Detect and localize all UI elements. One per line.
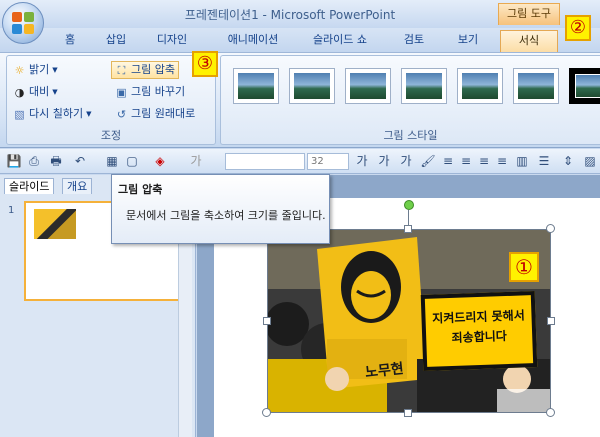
reset-picture-icon: ↺: [116, 107, 127, 121]
save-icon[interactable]: 💾: [6, 153, 22, 169]
resize-handle-ne[interactable]: [546, 224, 555, 233]
compress-icon: ⛶: [117, 63, 126, 77]
justify-icon[interactable]: ≡: [494, 153, 510, 169]
tab-format[interactable]: 서식: [500, 30, 558, 52]
font-size-combo[interactable]: 32: [307, 153, 349, 170]
tab-home[interactable]: 홈: [58, 30, 82, 52]
picture-style-thumb[interactable]: [513, 68, 559, 104]
line-spacing-icon[interactable]: ⇕: [560, 153, 576, 169]
resize-handle-w[interactable]: [263, 317, 271, 325]
print-preview-icon[interactable]: ⎙: [26, 153, 42, 169]
grow-font-icon[interactable]: 가: [354, 153, 370, 169]
callout-1: ①: [509, 252, 539, 282]
recolor-icon: ▧: [14, 107, 25, 121]
dropdown-arrow-icon: ▼: [86, 110, 92, 118]
rotation-handle[interactable]: [404, 200, 414, 210]
tab-slideshow[interactable]: 슬라이드 쇼: [305, 30, 375, 52]
contrast-label: 대비: [29, 85, 50, 98]
clear-format-icon[interactable]: 가: [398, 153, 414, 169]
tab-design[interactable]: 디자인: [150, 30, 194, 52]
picture-tools-contextual-tab: 그림 도구: [498, 3, 560, 25]
format-painter-icon[interactable]: 🖌: [420, 153, 436, 169]
resize-handle-se[interactable]: [546, 408, 555, 417]
compress-tooltip: 그림 압축 문서에서 그림을 축소하여 크기를 줄입니다.: [111, 174, 330, 244]
formatting-toolbar: 💾 ⎙ 🖶 ↶ ▦ ▢ ◈ 가 32 가 가 가 🖌 ≡ ≡ ≡ ≡ ▥ ☰ ⇕…: [0, 149, 600, 174]
resize-handle-n[interactable]: [404, 225, 412, 233]
tab-animation[interactable]: 애니메이션: [220, 30, 286, 52]
dropdown-arrow-icon: ▼: [52, 66, 58, 74]
tab-review[interactable]: 검토: [398, 30, 430, 52]
font-name-combo[interactable]: [225, 153, 305, 170]
resize-handle-sw[interactable]: [262, 408, 271, 417]
thumbnail-photo: [34, 209, 76, 239]
tab-outline[interactable]: 개요: [62, 178, 93, 194]
adjust-group: ☼ 밝기 ▼ ◑ 대비 ▼ ▧ 다시 칠하기 ▼ ⛶ 그림 압축 ▣ 그림 바꾸…: [6, 55, 216, 145]
change-picture-button[interactable]: ▣ 그림 바꾸기: [115, 83, 185, 101]
compress-picture-button[interactable]: ⛶ 그림 압축: [111, 61, 179, 79]
ribbon-tab-row: 홈 삽입 디자인 애니메이션 슬라이드 쇼 검토 보기 서식: [0, 28, 600, 52]
contrast-button[interactable]: ◑ 대비 ▼: [13, 83, 58, 101]
reset-picture-button[interactable]: ↺ 그림 원래대로: [115, 105, 195, 123]
align-left-icon[interactable]: ≡: [440, 153, 456, 169]
table-icon[interactable]: ▦: [104, 153, 120, 169]
recolor-button[interactable]: ▧ 다시 칠하기 ▼: [13, 105, 92, 123]
tab-insert[interactable]: 삽입: [100, 30, 132, 52]
change-picture-label: 그림 바꾸기: [131, 85, 186, 98]
picture-styles-group-label: 그림 스타일: [383, 129, 438, 142]
picture-style-thumb[interactable]: [289, 68, 335, 104]
recolor-label: 다시 칠하기: [29, 107, 84, 120]
picture-style-thumb[interactable]: [457, 68, 503, 104]
contrast-icon: ◑: [14, 85, 25, 99]
fill-color-icon[interactable]: ◈: [152, 153, 168, 169]
window-title: 프레젠테이션1 - Microsoft PowerPoint: [184, 8, 396, 22]
picture-styles-group: 그림 스타일: [220, 55, 600, 145]
border-icon[interactable]: ▢: [124, 153, 140, 169]
picture-style-thumb[interactable]: [569, 68, 600, 104]
adjust-group-label: 조정: [100, 129, 122, 142]
font-color-icon[interactable]: 가: [188, 153, 204, 169]
reset-picture-label: 그림 원래대로: [131, 107, 196, 120]
tooltip-body: 문서에서 그림을 축소하여 크기를 줄입니다.: [126, 209, 326, 222]
columns-icon[interactable]: ▥: [514, 153, 530, 169]
shrink-font-icon[interactable]: 가: [376, 153, 392, 169]
sun-icon: ☼: [14, 63, 25, 77]
tooltip-title: 그림 압축: [118, 183, 163, 196]
picture-style-thumb[interactable]: [345, 68, 391, 104]
ribbon: ☼ 밝기 ▼ ◑ 대비 ▼ ▧ 다시 칠하기 ▼ ⛶ 그림 압축 ▣ 그림 바꾸…: [0, 51, 600, 148]
print-icon[interactable]: 🖶: [48, 153, 64, 169]
picture-style-thumb[interactable]: [401, 68, 447, 104]
brightness-label: 밝기: [29, 63, 50, 76]
align-center-icon[interactable]: ≡: [458, 153, 474, 169]
change-picture-icon: ▣: [116, 85, 127, 99]
tab-slides[interactable]: 슬라이드: [4, 178, 55, 194]
office-button[interactable]: [2, 2, 44, 44]
tab-view[interactable]: 보기: [452, 30, 484, 52]
picture-style-thumb[interactable]: [233, 68, 279, 104]
slide-number: 1: [8, 205, 15, 216]
compress-label: 그림 압축: [131, 63, 175, 76]
callout-3: ③: [192, 51, 218, 77]
bullets-icon[interactable]: ☰: [536, 153, 552, 169]
insert-picture-icon[interactable]: ▨: [582, 153, 598, 169]
undo-icon[interactable]: ↶: [72, 153, 88, 169]
office-logo-icon: [12, 12, 34, 34]
callout-2: ②: [565, 15, 591, 41]
resize-handle-e[interactable]: [547, 317, 555, 325]
align-right-icon[interactable]: ≡: [476, 153, 492, 169]
dropdown-arrow-icon: ▼: [52, 88, 58, 96]
brightness-button[interactable]: ☼ 밝기 ▼: [13, 61, 58, 79]
resize-handle-s[interactable]: [404, 409, 412, 417]
